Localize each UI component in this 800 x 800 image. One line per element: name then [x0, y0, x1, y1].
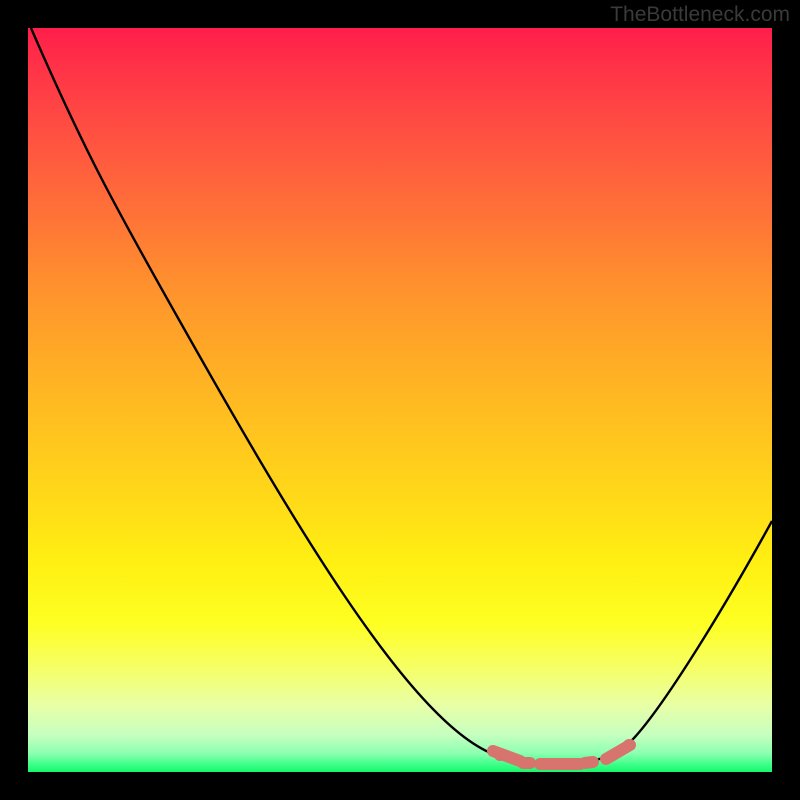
- marker-dot-right: [623, 739, 635, 751]
- attribution-text: TheBottleneck.com: [610, 3, 790, 27]
- curve-path: [31, 28, 772, 764]
- chart-svg: [28, 28, 772, 772]
- bottleneck-curve: [31, 28, 772, 764]
- marker-seg-3: [585, 762, 593, 763]
- plot-area: [28, 28, 772, 772]
- marker-group: [493, 739, 635, 764]
- outer-frame: TheBottleneck.com: [0, 0, 800, 800]
- marker-dot-left: [494, 749, 506, 761]
